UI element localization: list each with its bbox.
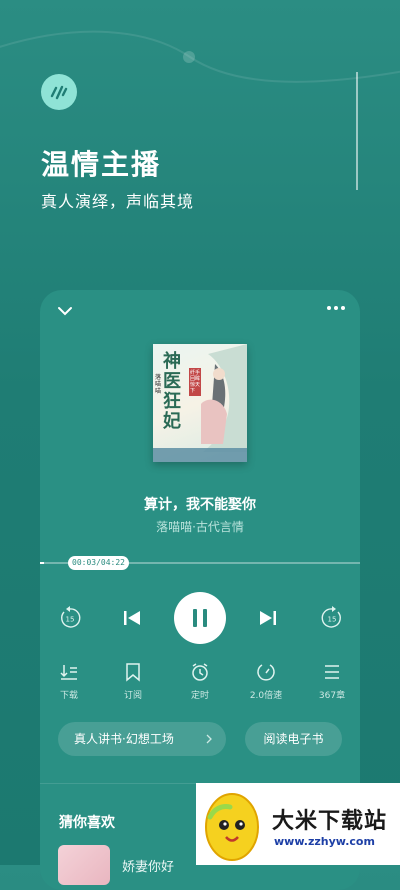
tool-label-chapters: 367章 — [318, 691, 346, 701]
watermark-url: www.zzhyw.com — [274, 835, 375, 848]
author-genre: 落喵喵·古代言情 — [156, 520, 244, 534]
download-icon — [60, 665, 77, 680]
recommend-title: 猜你喜欢 — [59, 815, 115, 831]
recommend-item-title[interactable]: 娇妻你好 — [122, 856, 174, 875]
time-indicator[interactable]: 00:03/04:22 — [68, 556, 129, 570]
skip-forward-label: 15 — [328, 616, 337, 624]
pause-button[interactable] — [174, 592, 226, 644]
subscribe-button[interactable]: 订阅 — [108, 662, 158, 701]
timer-button[interactable]: 定时 — [175, 662, 225, 701]
skip-forward-15-button[interactable]: 15 — [320, 606, 344, 630]
skip-back-label: 15 — [66, 616, 75, 624]
bookmark-icon — [126, 663, 140, 682]
app-logo-icon — [41, 74, 77, 110]
pause-icon — [193, 609, 207, 627]
watermark-mascot-icon — [205, 793, 259, 861]
hero-subtitle: 真人演绎，声临其境 — [41, 192, 195, 211]
collapse-chevron-icon[interactable] — [56, 302, 74, 320]
previous-button[interactable] — [122, 608, 142, 628]
cover-author: 落喵喵 — [155, 374, 162, 395]
fast-forward-icon: 15 — [321, 606, 341, 628]
book-title: 算计，我不能娶你 — [144, 497, 256, 513]
skip-back-15-button[interactable]: 15 — [58, 606, 82, 630]
tool-label-download: 下载 — [59, 691, 78, 701]
previous-icon — [124, 611, 140, 625]
studio-button[interactable]: 真人讲书·幻想工场 — [58, 722, 226, 756]
tool-label-speed: 2.0倍速 — [249, 691, 283, 701]
watermark: 大米下载站 www.zzhyw.com — [196, 783, 400, 865]
chevron-right-icon — [206, 734, 212, 744]
hero-title: 温情主播 — [41, 148, 162, 181]
watermark-name: 大米下载站 — [272, 809, 388, 834]
book-cover: 神医狂妃 落喵喵 纤手回眸惊天下 — [153, 344, 247, 462]
rewind-icon: 15 — [61, 606, 81, 628]
decorative-line — [356, 72, 358, 190]
tool-label-subscribe: 订阅 — [123, 691, 142, 701]
cover-title: 神医狂妃 — [163, 351, 181, 432]
progress-fill — [40, 562, 44, 564]
list-icon — [325, 665, 339, 679]
cover-shadow — [153, 448, 247, 462]
download-button[interactable]: 下载 — [44, 662, 94, 701]
tool-label-timer: 定时 — [190, 691, 209, 701]
alarm-clock-icon — [192, 663, 208, 681]
cover-tagline: 纤手回眸惊天下 — [189, 368, 201, 396]
read-ebook-button[interactable]: 阅读电子书 — [245, 722, 342, 756]
recommend-thumbnail[interactable] — [58, 845, 110, 885]
speed-button[interactable]: 2.0倍速 — [241, 662, 291, 701]
speed-icon — [257, 664, 275, 681]
more-options-icon[interactable] — [326, 304, 346, 312]
next-button[interactable] — [258, 608, 278, 628]
chapters-button[interactable]: 367章 — [307, 662, 357, 701]
studio-label: 真人讲书·幻想工场 — [74, 732, 174, 746]
next-icon — [260, 611, 276, 625]
